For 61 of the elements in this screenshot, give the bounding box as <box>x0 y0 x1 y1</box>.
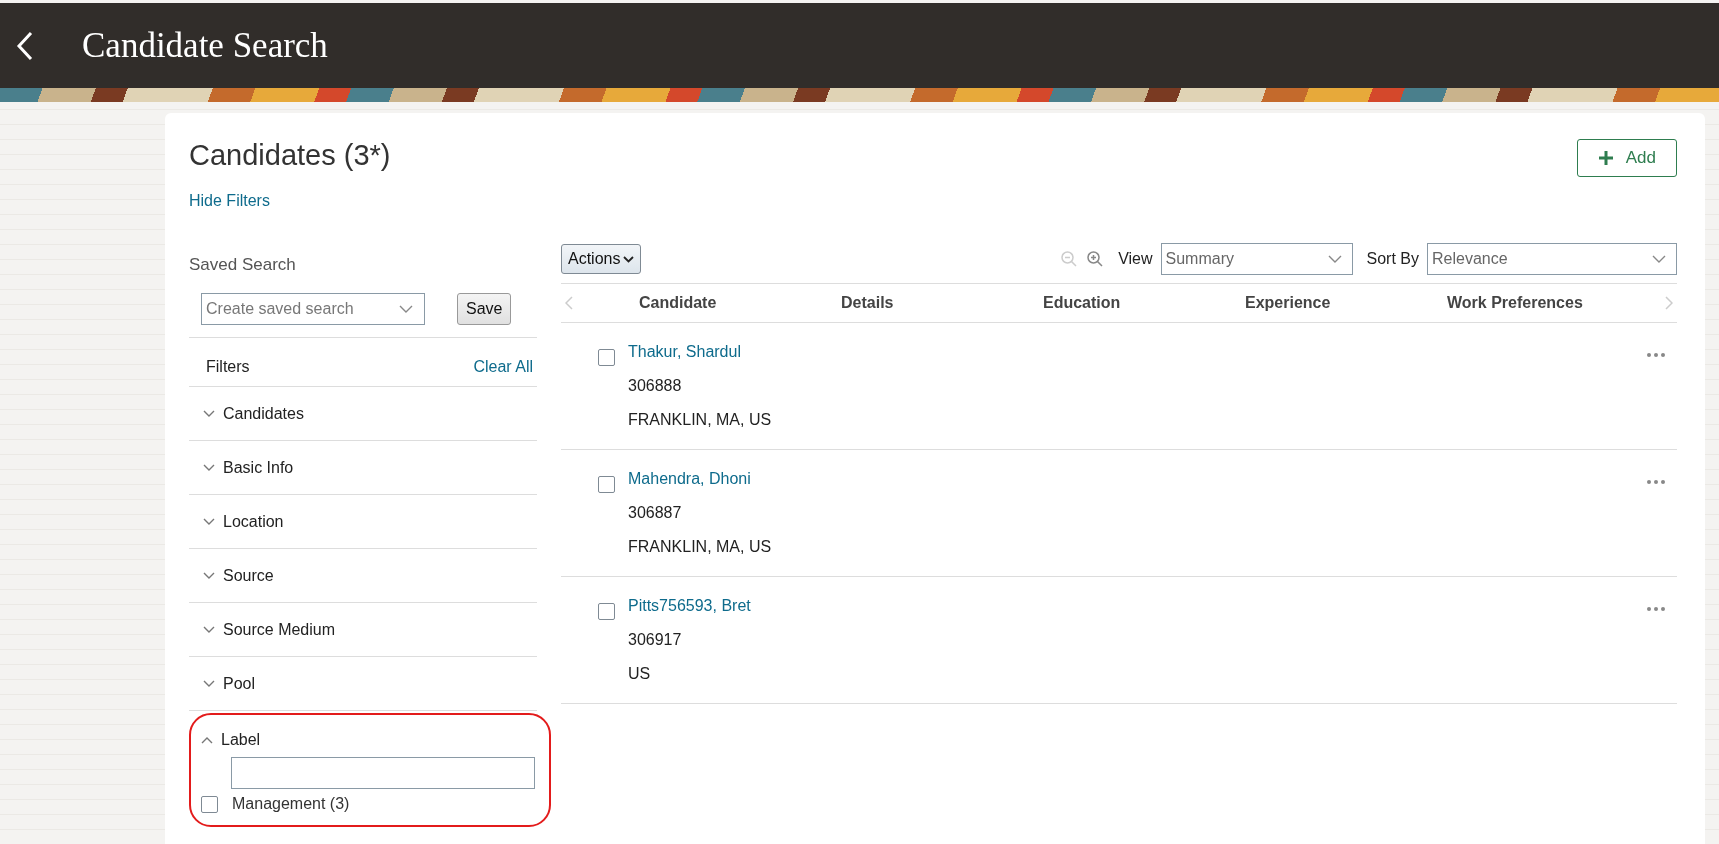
candidate-location: US <box>628 665 652 683</box>
checkbox[interactable] <box>598 603 615 620</box>
filters-label: Filters <box>206 358 250 376</box>
filter-section-toggle[interactable]: Source <box>203 567 274 585</box>
candidate-location: FRANKLIN, MA, US <box>628 538 773 556</box>
view-label: View <box>1118 250 1153 268</box>
candidate-id: 306888 <box>628 377 683 395</box>
option-label: Management (3) <box>232 795 350 813</box>
candidate-name-link[interactable]: Thakur, Shardul <box>628 343 1634 361</box>
more-options-icon[interactable] <box>1647 607 1665 611</box>
sort-by-dropdown[interactable]: Relevance <box>1427 243 1677 275</box>
chevron-down-icon <box>1327 255 1342 263</box>
save-button[interactable]: Save <box>457 293 512 325</box>
chevron-down-icon <box>203 518 215 526</box>
filter-section-toggle[interactable]: Label <box>201 731 261 749</box>
checkbox[interactable] <box>201 795 218 813</box>
view-dropdown[interactable]: Summary <box>1160 243 1353 275</box>
filter-section-toggle[interactable]: Candidates <box>203 405 304 423</box>
candidate-row[interactable]: Pitts756593, Bret 306917 US <box>561 577 1677 704</box>
chevron-down-icon <box>399 305 413 313</box>
candidate-location: FRANKLIN, MA, US <box>628 411 773 429</box>
candidate-name-link[interactable]: Pitts756593, Bret <box>628 597 1634 615</box>
column-header: Candidate <box>639 294 718 312</box>
chevron-down-icon <box>623 255 635 263</box>
more-options-icon[interactable] <box>1647 353 1665 357</box>
candidates-title: Candidates (3*) <box>189 139 391 172</box>
candidate-row[interactable]: Thakur, Shardul 306888 FRANKLIN, MA, US <box>561 323 1677 450</box>
chevron-down-icon <box>203 680 215 688</box>
checkbox[interactable] <box>598 349 615 366</box>
chevron-down-icon <box>203 626 215 634</box>
filter-section-toggle[interactable]: Location <box>203 513 284 531</box>
column-header: Experience <box>1245 294 1332 312</box>
checkbox[interactable] <box>598 476 615 493</box>
chevron-down-icon <box>203 464 215 472</box>
filter-section-toggle[interactable]: Source Medium <box>203 621 336 639</box>
filter-section-toggle[interactable]: Pool <box>203 675 256 693</box>
actions-menu-button[interactable]: Actions <box>561 244 642 274</box>
column-header: Details <box>841 294 895 312</box>
candidate-id: 306887 <box>628 504 683 522</box>
saved-search-dropdown[interactable]: Create saved search <box>201 293 425 325</box>
column-header: Education <box>1043 294 1122 312</box>
candidate-id: 306917 <box>628 631 683 649</box>
label-filter-input[interactable] <box>231 757 535 789</box>
chevron-down-icon <box>1652 255 1666 263</box>
chevron-up-icon <box>201 736 213 744</box>
page-title: Candidate Search <box>82 25 328 66</box>
zoom-in-icon[interactable] <box>1086 250 1105 268</box>
filter-section-toggle[interactable]: Basic Info <box>203 459 294 477</box>
candidate-name-link[interactable]: Mahendra, Dhoni <box>628 470 1634 488</box>
chevron-down-icon <box>203 572 215 580</box>
chevron-left-icon <box>16 30 34 61</box>
clear-all-link[interactable]: Clear All <box>473 358 533 376</box>
candidate-row[interactable]: Mahendra, Dhoni 306887 FRANKLIN, MA, US <box>561 450 1677 577</box>
plus-icon <box>1597 150 1614 166</box>
column-header: Work Preferences <box>1447 294 1584 312</box>
more-options-icon[interactable] <box>1647 480 1665 484</box>
add-button[interactable]: Add <box>1576 139 1677 177</box>
chevron-down-icon <box>203 410 215 418</box>
sort-by-label: Sort By <box>1366 250 1419 268</box>
hide-filters-link[interactable]: Hide Filters <box>189 192 391 210</box>
saved-search-label: Saved Search <box>189 255 297 275</box>
